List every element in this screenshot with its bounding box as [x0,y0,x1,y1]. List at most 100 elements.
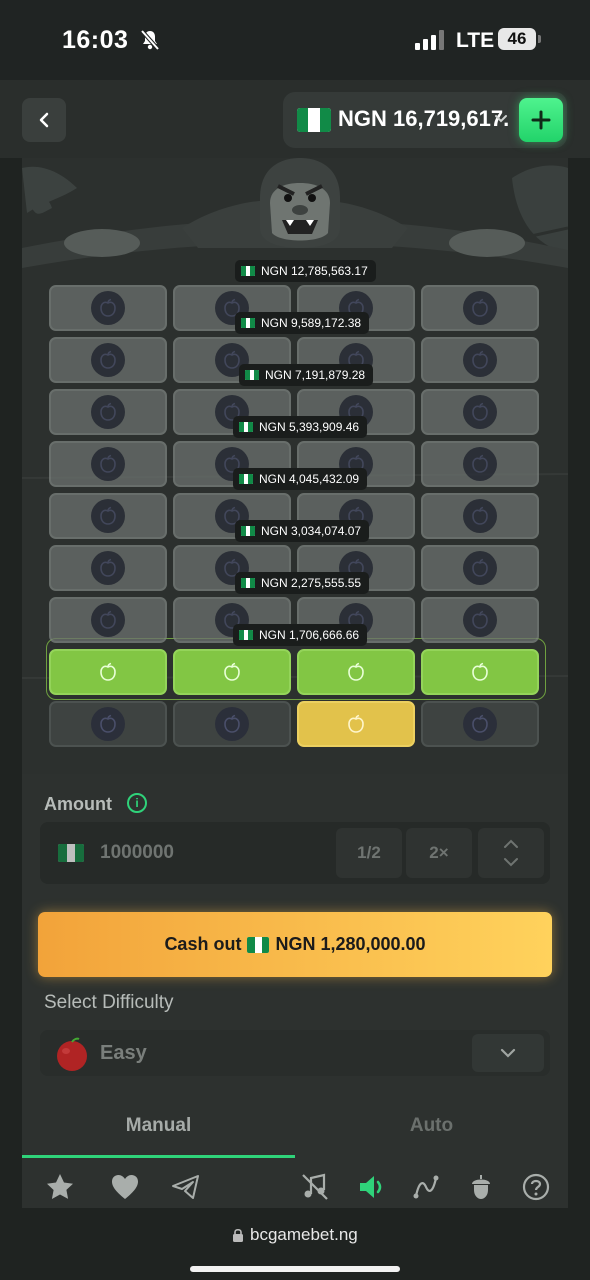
apple-icon [91,551,125,585]
tab-auto[interactable]: Auto [295,1112,568,1158]
sound-icon[interactable] [356,1172,386,1202]
game-tile[interactable] [49,649,167,695]
nigeria-flag-icon [239,422,253,432]
multiplier-value: NGN 3,034,074.07 [261,524,362,538]
nigeria-flag-icon [241,578,255,588]
half-button[interactable]: 1/2 [336,828,402,878]
amount-input[interactable]: 1000000 1/2 2× [40,822,550,884]
row-multiplier-label: NGN 2,275,555.55 [235,572,370,594]
apple-icon [91,343,125,377]
bell-muted-icon [140,29,160,51]
heart-icon[interactable] [110,1172,140,1202]
back-button[interactable] [22,98,66,142]
game-tile[interactable] [297,649,415,695]
apple-icon [339,707,373,741]
game-tile[interactable] [421,285,539,331]
game-tile[interactable] [421,649,539,695]
chevron-up-icon[interactable] [503,839,519,849]
row-multiplier-label: NGN 12,785,563.17 [235,260,376,282]
lock-icon [233,1228,243,1242]
game-tile[interactable] [49,441,167,487]
row-multiplier-label: NGN 3,034,074.07 [235,520,370,542]
status-bar: 16:03 LTE 46 [0,0,590,80]
chevron-down-icon[interactable] [503,857,519,867]
game-tile[interactable] [173,701,291,747]
bottom-toolbar [22,1158,568,1210]
game-board: NGN 12,785,563.17 NGN 9,589,172.38 NGN 7,1… [22,158,568,774]
game-tile[interactable] [421,441,539,487]
chevron-down-icon [495,115,507,123]
apple-icon [463,291,497,325]
acorn-icon[interactable] [466,1172,496,1202]
game-tile[interactable] [49,597,167,643]
game-tile[interactable] [421,545,539,591]
chevron-down-icon [500,1048,516,1058]
nigeria-flag-icon [241,266,255,276]
multiplier-value: NGN 2,275,555.55 [261,576,362,590]
star-icon[interactable] [45,1172,75,1202]
game-tile[interactable] [297,701,415,747]
telegram-icon[interactable] [171,1172,201,1202]
music-off-icon[interactable] [300,1172,330,1202]
game-tile[interactable] [49,493,167,539]
plus-icon [531,110,551,130]
multiplier-value: NGN 5,393,909.46 [259,420,360,434]
game-tile[interactable] [49,545,167,591]
nigeria-flag-icon [245,370,259,380]
apple-icon [339,655,373,689]
apple-icon [463,655,497,689]
tab-manual[interactable]: Manual [22,1112,295,1158]
game-tile[interactable] [421,597,539,643]
difficulty-dropdown-button[interactable] [472,1034,544,1072]
game-tile[interactable] [421,701,539,747]
amount-label: Amount [44,794,112,814]
game-tile[interactable] [49,389,167,435]
balance-selector[interactable]: NGN 16,719,617. [283,92,567,148]
chart-icon[interactable] [411,1172,441,1202]
nigeria-flag-icon [241,318,255,328]
apple-icon [463,447,497,481]
nigeria-flag-icon [241,526,255,536]
multiplier-value: NGN 7,191,879.28 [265,368,366,382]
difficulty-select[interactable]: Easy [40,1030,550,1076]
game-tile[interactable] [49,701,167,747]
apple-icon [91,707,125,741]
signal-icon [415,30,444,50]
game-tile[interactable] [49,285,167,331]
bet-panel: Amount i 1000000 1/2 2× Cash out NGN 1,2… [22,774,568,1158]
url-text[interactable]: bcgamebet.ng [250,1225,358,1245]
game-tile[interactable] [421,337,539,383]
game-tile[interactable] [421,493,539,539]
row-multiplier-label: NGN 7,191,879.28 [239,364,374,386]
nigeria-flag-icon [239,630,253,640]
deposit-button[interactable] [519,98,563,142]
multiplier-value: NGN 12,785,563.17 [261,264,368,278]
apple-icon [463,499,497,533]
nigeria-flag-icon [247,936,270,953]
info-icon[interactable]: i [127,793,147,813]
network-type: LTE [456,29,495,52]
apple-icon [91,603,125,637]
apple-icon [463,707,497,741]
nigeria-flag-icon [58,844,84,862]
help-icon[interactable] [521,1172,551,1202]
row-multiplier-label: NGN 4,045,432.09 [233,468,368,490]
apple-icon [463,395,497,429]
cash-out-label: Cash out [164,934,242,954]
balance-value: NGN 16,719,617. [338,106,510,131]
apple-icon [91,499,125,533]
apple-icon [91,447,125,481]
double-button[interactable]: 2× [406,828,472,878]
game-tile[interactable] [421,389,539,435]
game-tile[interactable] [173,649,291,695]
top-bar: NGN 16,719,617. [0,80,590,158]
row-multiplier-label: NGN 1,706,666.66 [233,624,368,646]
amount-value[interactable]: 1000000 [100,842,174,864]
apple-icon [463,551,497,585]
amount-stepper[interactable] [478,828,544,878]
home-indicator[interactable] [190,1266,400,1272]
game-tile[interactable] [49,337,167,383]
apple-icon [215,707,249,741]
multiplier-value: NGN 4,045,432.09 [259,472,360,486]
cash-out-button[interactable]: Cash out NGN 1,280,000.00 [38,912,552,977]
